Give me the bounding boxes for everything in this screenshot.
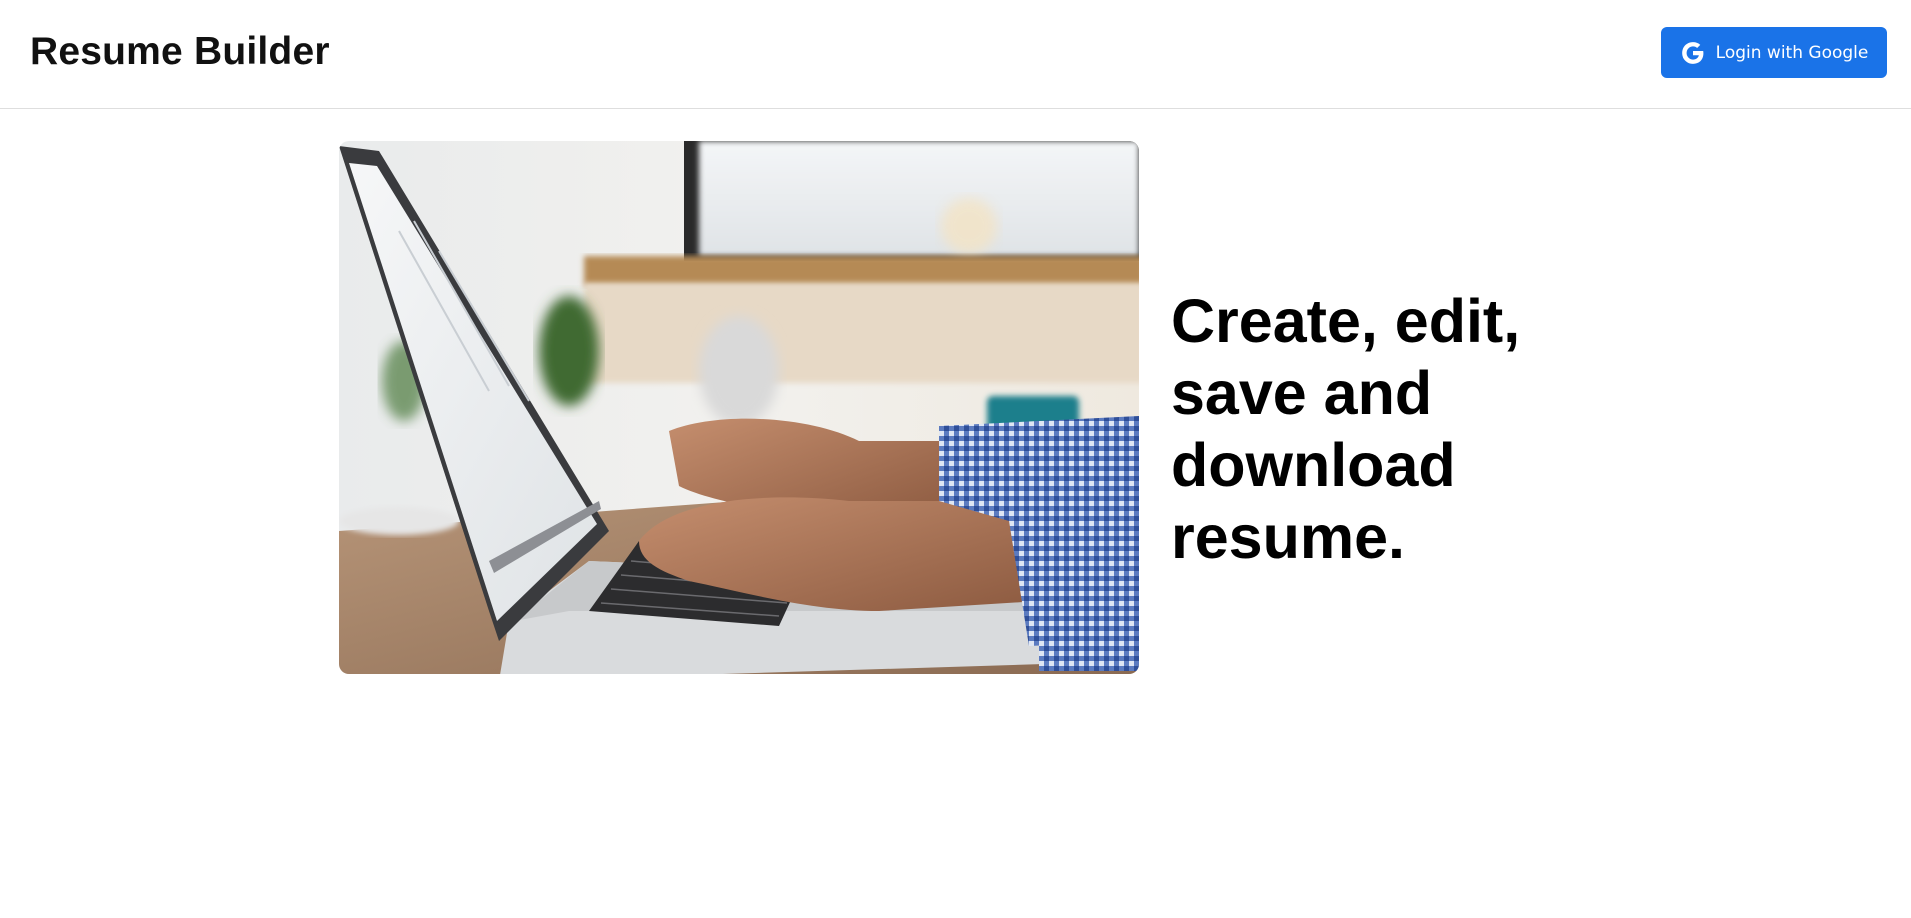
login-button-label: Login with Google — [1715, 42, 1869, 63]
google-icon — [1680, 40, 1706, 66]
login-with-google-button[interactable]: Login with Google — [1661, 27, 1887, 78]
hero-headline: Create, edit, save and download resume. — [1171, 287, 1521, 571]
hero-image — [339, 141, 1139, 674]
top-header: Resume Builder Login with Google — [0, 0, 1911, 109]
app-title: Resume Builder — [30, 30, 330, 73]
